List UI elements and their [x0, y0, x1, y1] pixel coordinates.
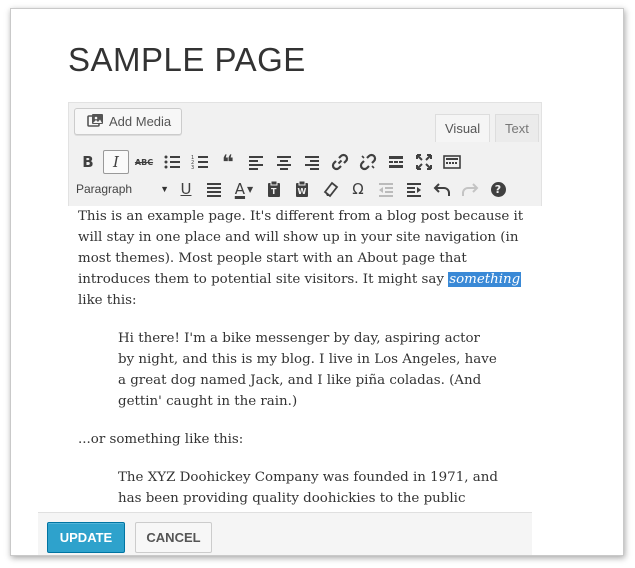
- page-title: SAMPLE PAGE: [68, 41, 306, 78]
- tab-text[interactable]: Text: [495, 114, 539, 142]
- svg-text:W: W: [298, 187, 307, 196]
- bullet-list-icon[interactable]: [158, 149, 186, 175]
- content-paragraph: This is an example page. It's different …: [78, 206, 538, 311]
- selected-text: something: [448, 272, 522, 287]
- editor-footer: UPDATE CANCEL: [38, 512, 532, 555]
- editor-content[interactable]: This is an example page. It's different …: [78, 206, 538, 555]
- update-button[interactable]: UPDATE: [47, 522, 125, 553]
- text-color-icon[interactable]: A ▼: [228, 176, 260, 202]
- add-media-button[interactable]: Add Media: [74, 108, 183, 135]
- content-paragraph: ...or something like this:: [78, 432, 244, 447]
- align-center-icon[interactable]: [270, 149, 298, 175]
- justify-icon[interactable]: [200, 176, 228, 202]
- paste-from-word-icon[interactable]: W: [288, 176, 316, 202]
- strikethrough-icon[interactable]: ABC: [130, 149, 158, 175]
- fullscreen-icon[interactable]: [410, 149, 438, 175]
- svg-text:3: 3: [191, 165, 194, 171]
- align-right-icon[interactable]: [298, 149, 326, 175]
- content-blockquote: Hi there! I'm a bike messenger by day, a…: [118, 331, 497, 409]
- numbered-list-icon[interactable]: 123: [186, 149, 214, 175]
- svg-text:T: T: [271, 187, 277, 196]
- cancel-button[interactable]: CANCEL: [135, 522, 212, 553]
- strike-glyph: ABC: [134, 157, 154, 167]
- paragraph-text: like this:: [78, 293, 137, 308]
- help-glyph: ?: [490, 181, 506, 197]
- tab-visual-label: Visual: [445, 121, 481, 136]
- toolbar-row-1: B I ABC 123 ❝: [74, 149, 466, 175]
- blockquote-icon[interactable]: ❝: [214, 149, 242, 175]
- add-media-label: Add Media: [109, 114, 172, 129]
- unlink-icon[interactable]: [354, 149, 382, 175]
- caret-down-icon: ▼: [247, 184, 254, 194]
- italic-glyph: I: [113, 153, 119, 171]
- media-icon: [87, 113, 104, 131]
- underline-glyph: U: [180, 180, 192, 198]
- bold-glyph: B: [82, 153, 94, 171]
- editor-window: SAMPLE PAGE Add Media Visual Text B I AB…: [10, 8, 624, 556]
- format-select[interactable]: Paragraph ▼: [74, 178, 172, 200]
- underline-icon[interactable]: U: [172, 176, 200, 202]
- indent-icon[interactable]: [400, 176, 428, 202]
- paste-as-text-icon[interactable]: T: [260, 176, 288, 202]
- omega-glyph: Ω: [352, 180, 364, 198]
- text-color-glyph: A: [234, 180, 246, 198]
- italic-icon[interactable]: I: [103, 150, 129, 174]
- special-character-icon[interactable]: Ω: [344, 176, 372, 202]
- bold-icon[interactable]: B: [74, 149, 102, 175]
- undo-icon[interactable]: [428, 176, 456, 202]
- caret-down-icon: ▼: [160, 184, 169, 194]
- toolbar-row-2: Paragraph ▼ U A ▼ T W Ω ?: [74, 176, 512, 202]
- link-icon[interactable]: [326, 149, 354, 175]
- format-select-value: Paragraph: [76, 182, 133, 196]
- outdent-icon[interactable]: [372, 176, 400, 202]
- quote-glyph: ❝: [222, 150, 234, 174]
- read-more-icon[interactable]: [382, 149, 410, 175]
- tab-visual[interactable]: Visual: [435, 114, 491, 142]
- clear-formatting-icon[interactable]: [316, 176, 344, 202]
- tab-text-label: Text: [505, 121, 529, 136]
- redo-icon[interactable]: [456, 176, 484, 202]
- align-left-icon[interactable]: [242, 149, 270, 175]
- help-icon[interactable]: ?: [484, 176, 512, 202]
- editor-toolbar-area: Add Media Visual Text B I ABC 123 ❝ Para…: [68, 102, 542, 206]
- toolbar-toggle-icon[interactable]: [438, 149, 466, 175]
